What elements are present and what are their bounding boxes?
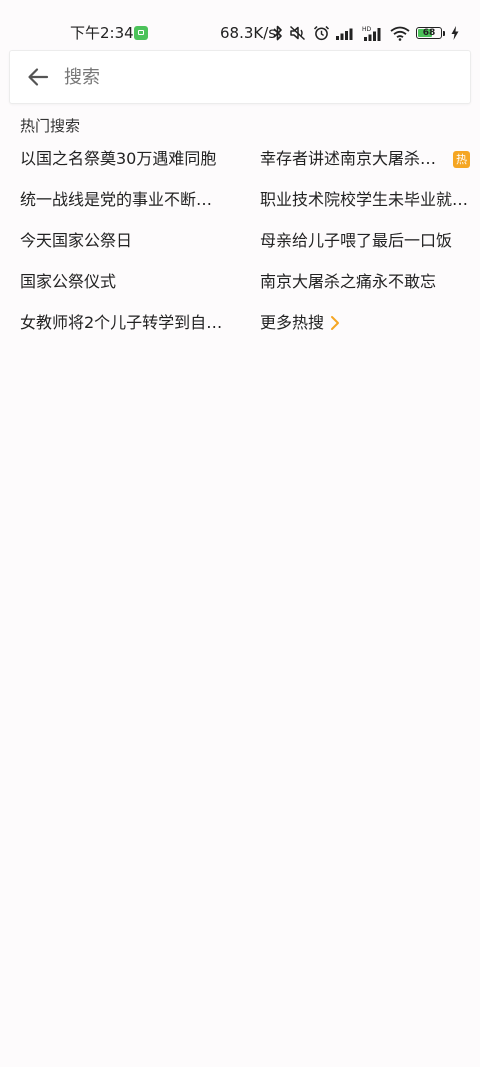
hot-search-title: 热门搜索 — [20, 117, 81, 135]
search-input[interactable] — [64, 63, 454, 91]
hot-search-row: 统一战线是党的事业不断取得胜利的重要法宝 职业技术院校学生未毕业就被预订 — [20, 179, 470, 220]
hot-search-item[interactable]: 今天国家公祭日 — [20, 230, 132, 252]
hot-search-item-text: 今天国家公祭日 — [20, 231, 133, 250]
bluetooth-icon — [273, 25, 282, 41]
status-icons: HD 68 — [272, 22, 459, 44]
battery-tip — [443, 30, 445, 36]
hot-search-item[interactable]: 母亲给儿子喂了最后一口饭 — [260, 230, 452, 252]
hot-badge: 热 — [453, 150, 470, 168]
hd-signal-icon: HD — [362, 26, 381, 41]
status-bar: 下午2:34 68.3K/s HD 68 — [0, 0, 480, 44]
hot-search-row: 国家公祭仪式 南京大屠杀之痛永不敢忘 — [20, 261, 470, 302]
wechat-app-icon — [134, 26, 148, 40]
hot-search-item[interactable]: 幸存者讲述南京大屠杀经历 热 — [260, 148, 470, 170]
hot-search-item[interactable]: 女教师将2个儿子转学到自己任教学校 — [20, 312, 226, 334]
hot-search-row: 以国之名祭奠30万遇难同胞 幸存者讲述南京大屠杀经历 热 — [20, 138, 470, 179]
hot-search-row: 今天国家公祭日 母亲给儿子喂了最后一口饭 — [20, 220, 470, 261]
hot-search-item-text: 统一战线是党的事业不断取得胜利的重要法宝 — [20, 190, 226, 209]
back-button[interactable] — [24, 63, 52, 91]
charging-icon — [451, 26, 459, 40]
battery-icon: 68 — [416, 27, 442, 39]
hot-search-item[interactable]: 职业技术院校学生未毕业就被预订 — [260, 189, 470, 211]
hot-search-item-text: 南京大屠杀之痛永不敢忘 — [260, 272, 437, 291]
hot-search-item-text: 以国之名祭奠30万遇难同胞 — [20, 149, 217, 168]
signal-icon — [336, 28, 353, 40]
hot-search-item[interactable]: 以国之名祭奠30万遇难同胞 — [20, 148, 216, 170]
hot-search-item-text: 女教师将2个儿子转学到自己任教学校 — [20, 313, 226, 332]
chevron-right-icon — [331, 316, 340, 330]
hot-search-item[interactable]: 南京大屠杀之痛永不敢忘 — [260, 271, 436, 293]
network-speed: 68.3K/s — [220, 24, 277, 42]
status-time: 下午2:34 — [70, 24, 134, 42]
hot-search-item-text: 职业技术院校学生未毕业就被预订 — [260, 190, 470, 209]
more-hot-search-label: 更多热搜 — [260, 313, 325, 332]
hot-search-item-text: 国家公祭仪式 — [20, 272, 117, 291]
svg-text:HD: HD — [362, 26, 372, 33]
back-arrow-icon — [28, 68, 49, 86]
wifi-icon — [390, 26, 410, 41]
hot-search-item-text: 幸存者讲述南京大屠杀经历 — [260, 149, 447, 168]
hot-search-item-text: 母亲给儿子喂了最后一口饭 — [260, 231, 453, 250]
hot-search-row: 女教师将2个儿子转学到自己任教学校 更多热搜 — [20, 302, 470, 343]
hot-search-grid: 以国之名祭奠30万遇难同胞 幸存者讲述南京大屠杀经历 热 统一战线是党的事业不断… — [20, 138, 470, 343]
hot-search-item[interactable]: 统一战线是党的事业不断取得胜利的重要法宝 — [20, 189, 226, 211]
search-bar — [9, 50, 471, 104]
alarm-icon — [313, 25, 330, 41]
more-hot-search-link[interactable]: 更多热搜 — [260, 312, 340, 334]
battery-percent: 68 — [422, 27, 436, 38]
hot-search-item[interactable]: 国家公祭仪式 — [20, 271, 116, 293]
mute-icon — [289, 25, 306, 41]
